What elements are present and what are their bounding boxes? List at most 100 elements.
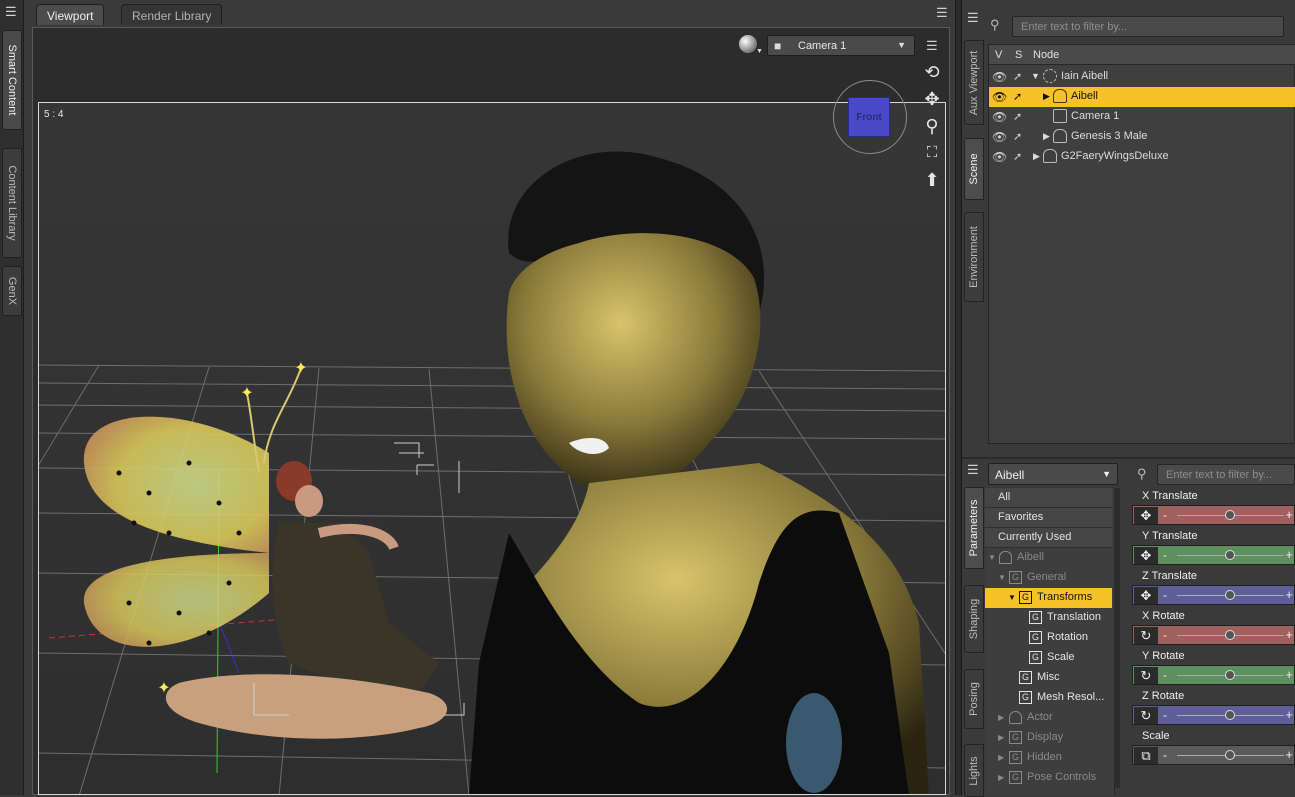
view-cube-front-face[interactable]: Front: [848, 97, 890, 137]
group-all[interactable]: All: [985, 488, 1112, 508]
slider-z-rotate[interactable]: Z Rotate ↻ - +: [1132, 689, 1295, 727]
slider-knob[interactable]: [1225, 590, 1235, 600]
chevron-right-icon[interactable]: ▶: [1043, 131, 1050, 142]
params-filter-input[interactable]: Enter text to filter by...: [1157, 464, 1295, 485]
plus-icon[interactable]: +: [1285, 627, 1293, 642]
group-misc[interactable]: G Misc: [985, 668, 1112, 688]
minus-icon[interactable]: -: [1163, 588, 1167, 602]
visibility-eye-icon[interactable]: 👁: [992, 70, 1007, 84]
viewport-menu-icon[interactable]: ☰: [936, 6, 950, 19]
scene-node-camera-1[interactable]: 👁 ➚ Camera 1: [989, 107, 1295, 127]
tab-posing[interactable]: Posing: [964, 669, 984, 729]
plus-icon[interactable]: +: [1285, 507, 1293, 522]
scene-node-aibell[interactable]: 👁 ➚ ▶ Aibell: [989, 87, 1295, 107]
scene-node-iain-aibell[interactable]: 👁 ➚ ▼ Iain Aibell: [989, 67, 1295, 87]
group-aibell[interactable]: ▼ Aibell: [985, 548, 1112, 568]
orbit-icon[interactable]: ⟲: [921, 61, 943, 83]
pan-icon[interactable]: ✥: [921, 88, 943, 110]
zoom-icon[interactable]: ⚲: [921, 115, 943, 137]
tab-lights[interactable]: Lights: [964, 744, 984, 797]
tab-content-library[interactable]: Content Library: [2, 148, 22, 258]
visibility-eye-icon[interactable]: 👁: [992, 150, 1007, 164]
scene-node-genesis-3-male[interactable]: 👁 ➚ ▶ Genesis 3 Male: [989, 127, 1295, 147]
minus-icon[interactable]: -: [1163, 508, 1167, 522]
slider-scale[interactable]: Scale ⧉ - +: [1132, 729, 1295, 767]
group-transforms[interactable]: ▼ G Transforms: [985, 588, 1112, 608]
chevron-right-icon[interactable]: ▶: [998, 753, 1004, 762]
tab-smart-content[interactable]: Smart Content: [2, 30, 22, 130]
group-favorites[interactable]: Favorites: [985, 508, 1112, 528]
slider-knob[interactable]: [1225, 550, 1235, 560]
tab-parameters[interactable]: Parameters: [964, 487, 984, 569]
group-hidden[interactable]: ▶ G Hidden: [985, 748, 1112, 768]
viewport-canvas[interactable]: ✦ ✦ ✦ 5 : 4: [38, 102, 946, 795]
plus-icon[interactable]: +: [1285, 547, 1293, 562]
group-general[interactable]: ▼ G General: [985, 568, 1112, 588]
chevron-right-icon[interactable]: ▶: [998, 713, 1004, 722]
view-cube[interactable]: Front: [833, 80, 907, 154]
slider-y-translate[interactable]: Y Translate ✥ - +: [1132, 529, 1295, 567]
chevron-right-icon[interactable]: ▶: [1043, 91, 1050, 102]
slider-z-translate[interactable]: Z Translate ✥ - +: [1132, 569, 1295, 607]
minus-icon[interactable]: -: [1163, 628, 1167, 642]
visibility-eye-icon[interactable]: 👁: [992, 130, 1007, 144]
group-display[interactable]: ▶ G Display: [985, 728, 1112, 748]
plus-icon[interactable]: +: [1285, 707, 1293, 722]
reset-view-icon[interactable]: ⬆: [921, 169, 943, 191]
chevron-right-icon[interactable]: ▶: [998, 733, 1004, 742]
slider-knob[interactable]: [1225, 750, 1235, 760]
chevron-down-icon[interactable]: ▼: [988, 553, 996, 562]
minus-icon[interactable]: -: [1163, 748, 1167, 762]
chevron-down-icon[interactable]: ▼: [1031, 71, 1040, 81]
column-selectable[interactable]: S: [1015, 49, 1022, 61]
chevron-down-icon[interactable]: ▼: [1008, 593, 1016, 602]
frame-icon[interactable]: ⛶: [921, 142, 943, 164]
group-scale[interactable]: G Scale: [985, 648, 1112, 668]
chevron-down-icon[interactable]: ▼: [998, 573, 1006, 582]
tab-render-library[interactable]: Render Library: [121, 4, 223, 25]
select-cursor-icon[interactable]: ➚: [1013, 110, 1022, 123]
slider-knob[interactable]: [1225, 710, 1235, 720]
group-pose-controls[interactable]: ▶ G Pose Controls: [985, 768, 1112, 788]
scene-filter-input[interactable]: Enter text to filter by...: [1012, 16, 1284, 37]
column-visible[interactable]: V: [995, 49, 1002, 61]
scene-node-g2faerywingsdeluxe[interactable]: 👁 ➚ ▶ G2FaeryWingsDeluxe: [989, 147, 1295, 167]
params-pane-menu-icon[interactable]: ☰: [967, 463, 981, 476]
column-node[interactable]: Node: [1033, 49, 1059, 61]
draw-style-icon[interactable]: [739, 35, 757, 53]
visibility-eye-icon[interactable]: 👁: [992, 90, 1007, 104]
group-mesh-resolution[interactable]: G Mesh Resol...: [985, 688, 1112, 708]
slider-x-translate[interactable]: X Translate ✥ - +: [1132, 489, 1295, 527]
chevron-right-icon[interactable]: ▶: [1033, 151, 1040, 162]
visibility-eye-icon[interactable]: 👁: [992, 110, 1007, 124]
chevron-right-icon[interactable]: ▶: [998, 773, 1004, 782]
slider-knob[interactable]: [1225, 510, 1235, 520]
group-rotation[interactable]: G Rotation: [985, 628, 1112, 648]
tab-scene[interactable]: Scene: [964, 138, 984, 200]
plus-icon[interactable]: +: [1285, 587, 1293, 602]
viewport-options-icon[interactable]: ☰: [926, 39, 940, 52]
slider-x-rotate[interactable]: X Rotate ↻ - +: [1132, 609, 1295, 647]
tab-aux-viewport[interactable]: Aux Viewport: [964, 40, 984, 125]
tab-shaping[interactable]: Shaping: [964, 585, 984, 653]
group-translation[interactable]: G Translation: [985, 608, 1112, 628]
plus-icon[interactable]: +: [1285, 747, 1293, 762]
tab-viewport[interactable]: Viewport: [36, 4, 105, 25]
slider-knob[interactable]: [1225, 630, 1235, 640]
slider-y-rotate[interactable]: Y Rotate ↻ - +: [1132, 649, 1295, 687]
pane-splitter[interactable]: [955, 0, 962, 795]
tab-genx[interactable]: GenX: [2, 266, 22, 316]
tab-environment[interactable]: Environment: [964, 212, 984, 302]
pane-menu-icon[interactable]: ☰: [5, 5, 19, 18]
node-select[interactable]: Aibell ▼: [988, 463, 1118, 485]
select-cursor-icon[interactable]: ➚: [1013, 130, 1022, 143]
minus-icon[interactable]: -: [1163, 708, 1167, 722]
group-currently-used[interactable]: Currently Used: [985, 528, 1112, 548]
scene-pane-menu-icon[interactable]: ☰: [967, 11, 981, 24]
group-actor[interactable]: ▶ Actor: [985, 708, 1112, 728]
minus-icon[interactable]: -: [1163, 668, 1167, 682]
minus-icon[interactable]: -: [1163, 548, 1167, 562]
groups-scrollbar[interactable]: [1114, 488, 1120, 788]
plus-icon[interactable]: +: [1285, 667, 1293, 682]
slider-knob[interactable]: [1225, 670, 1235, 680]
